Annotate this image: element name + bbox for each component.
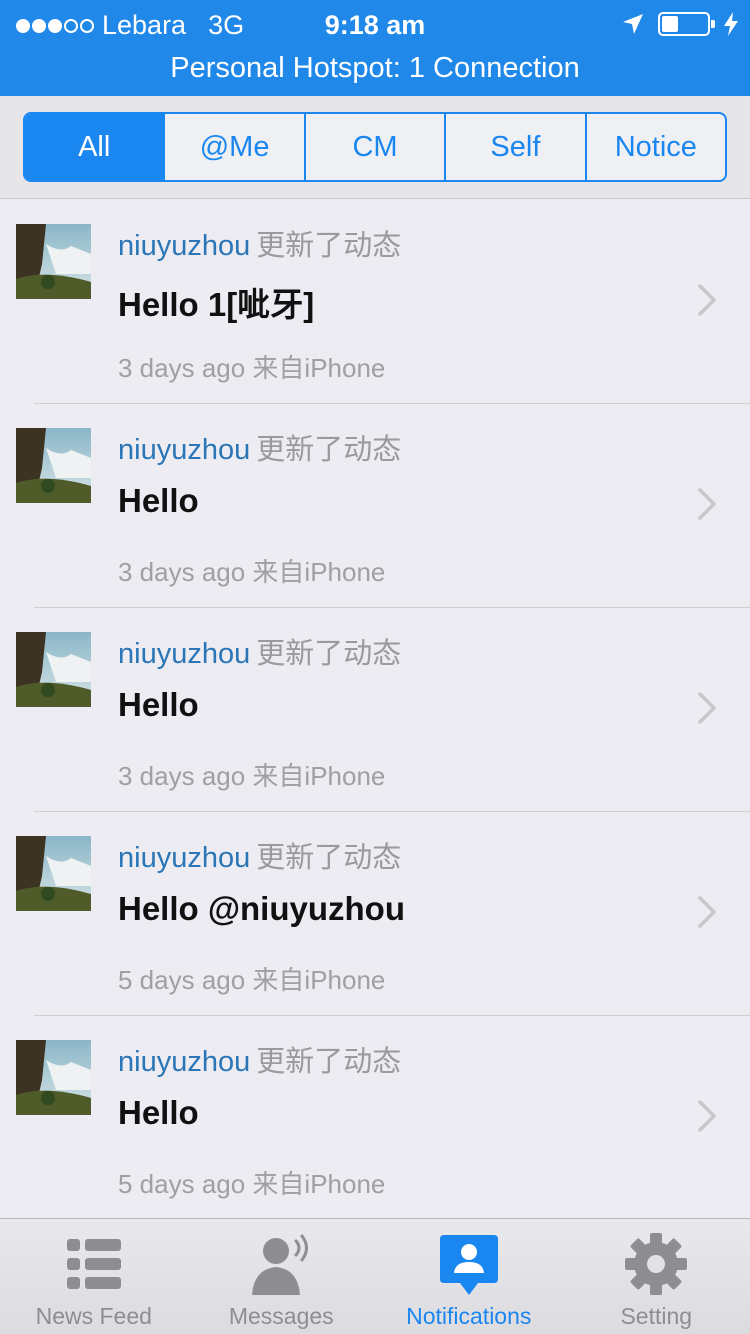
post-content: Hello 1[呲牙]	[118, 286, 315, 323]
charging-bolt-icon	[724, 12, 738, 36]
post-content: Hello @niuyuzhou	[118, 890, 405, 927]
post-content: Hello	[118, 482, 199, 519]
post-content: Hello	[118, 1094, 199, 1131]
action-text: 更新了动态	[256, 842, 402, 874]
avatar[interactable]	[16, 836, 91, 911]
status-indicators	[622, 12, 738, 36]
person-speaking-icon	[252, 1234, 309, 1295]
list-item[interactable]: niuyuzhou 更新了动态 Hello 1[呲牙] 3 days ago 来自…	[0, 200, 750, 404]
post-meta: 5 days ago 来自iPhone	[118, 1169, 386, 1199]
tab-news-feed[interactable]: News Feed	[0, 1219, 188, 1334]
username-link[interactable]: niuyuzhou	[118, 230, 250, 262]
tab-notifications[interactable]: Notifications	[375, 1219, 563, 1334]
avatar[interactable]	[16, 224, 91, 299]
user-line: niuyuzhou 更新了动态	[118, 1038, 401, 1080]
avatar[interactable]	[16, 632, 91, 707]
segment-cm[interactable]: CM	[306, 114, 447, 180]
tab-setting[interactable]: Setting	[563, 1219, 750, 1334]
action-text: 更新了动态	[256, 638, 402, 670]
user-line: niuyuzhou 更新了动态	[118, 426, 401, 468]
chevron-right-icon	[698, 692, 716, 724]
chevron-right-icon	[698, 896, 716, 928]
list-item[interactable]: niuyuzhou 更新了动态 Hello @niuyuzhou 5 days a…	[0, 812, 750, 1016]
user-line: niuyuzhou 更新了动态	[118, 222, 401, 264]
location-arrow-icon	[623, 14, 643, 34]
tab-label: Messages	[228, 1303, 334, 1329]
notification-pin-icon	[439, 1235, 498, 1295]
battery-icon	[658, 12, 715, 36]
post-meta: 5 days ago 来自iPhone	[118, 965, 386, 995]
chevron-right-icon	[698, 488, 716, 520]
action-text: 更新了动态	[256, 230, 402, 262]
user-line: niuyuzhou 更新了动态	[118, 630, 401, 672]
avatar[interactable]	[16, 428, 91, 503]
list-icon	[66, 1239, 121, 1289]
chevron-right-icon	[698, 284, 716, 316]
chevron-right-icon	[698, 1100, 716, 1132]
tab-label: Notifications	[406, 1303, 532, 1329]
segmented-control: All @Me CM Self Notice	[23, 112, 727, 182]
hotspot-banner[interactable]: Personal Hotspot: 1 Connection	[0, 52, 750, 85]
username-link[interactable]: niuyuzhou	[118, 434, 250, 466]
gear-icon	[625, 1233, 688, 1295]
tab-messages[interactable]: Messages	[188, 1219, 376, 1334]
post-content: Hello	[118, 686, 199, 723]
post-meta: 3 days ago 来自iPhone	[118, 353, 386, 383]
status-row: Lebara 3G 9:18 am	[0, 8, 750, 44]
username-link[interactable]: niuyuzhou	[118, 842, 250, 874]
username-link[interactable]: niuyuzhou	[118, 638, 250, 670]
tab-label: News Feed	[35, 1303, 152, 1329]
notification-list: niuyuzhou 更新了动态 Hello 1[呲牙] 3 days ago 来自…	[0, 200, 750, 1218]
action-text: 更新了动态	[256, 434, 402, 466]
username-link[interactable]: niuyuzhou	[118, 1046, 250, 1078]
segment-all[interactable]: All	[25, 114, 166, 180]
filter-bar: All @Me CM Self Notice	[0, 96, 750, 199]
user-line: niuyuzhou 更新了动态	[118, 834, 401, 876]
segment-self[interactable]: Self	[446, 114, 587, 180]
post-meta: 3 days ago 来自iPhone	[118, 557, 386, 587]
avatar[interactable]	[16, 1040, 91, 1115]
segment-at-me[interactable]: @Me	[165, 114, 306, 180]
tab-label: Setting	[620, 1303, 693, 1329]
list-item[interactable]: niuyuzhou 更新了动态 Hello 3 days ago 来自iPhone	[0, 404, 750, 608]
segment-notice[interactable]: Notice	[587, 114, 725, 180]
list-item[interactable]: niuyuzhou 更新了动态 Hello 3 days ago 来自iPhone	[0, 608, 750, 812]
post-meta: 3 days ago 来自iPhone	[118, 761, 386, 791]
status-bar: Lebara 3G 9:18 am Personal Hotspot: 1 Co…	[0, 0, 750, 96]
tab-bar: News Feed Messages Notifications Setting	[0, 1218, 750, 1334]
list-item[interactable]: niuyuzhou 更新了动态 Hello 5 days ago 来自iPhone	[0, 1016, 750, 1218]
action-text: 更新了动态	[256, 1046, 402, 1078]
